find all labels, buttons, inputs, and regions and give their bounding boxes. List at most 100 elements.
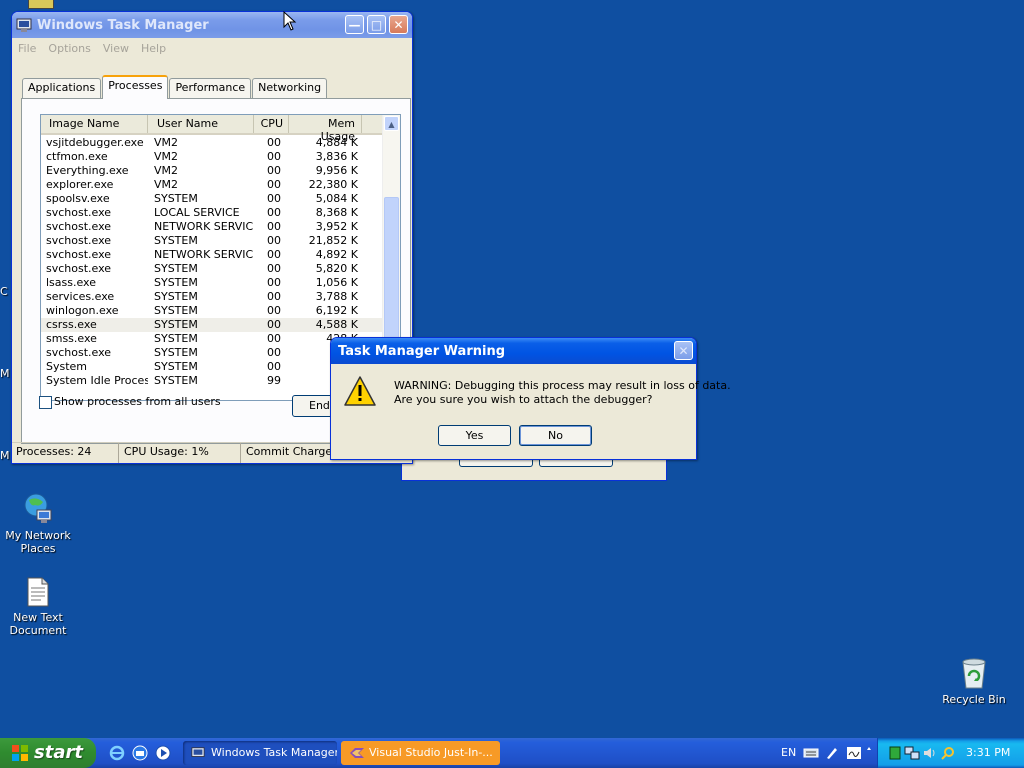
search-icon[interactable] — [941, 746, 955, 760]
menu-view[interactable]: View — [97, 42, 135, 55]
process-image-name: explorer.exe — [46, 178, 114, 191]
process-mem-usage: 3,952 K — [315, 220, 358, 233]
process-user-name: VM2 — [154, 150, 179, 163]
tab-applications[interactable]: Applications — [22, 78, 102, 98]
process-mem-usage: 3,836 K — [315, 150, 358, 163]
table-row[interactable]: ctfmon.exe VM2 00 3,836 K — [41, 150, 400, 164]
process-cpu: 00 — [267, 192, 281, 205]
handwriting-icon[interactable] — [846, 746, 862, 760]
process-cpu: 00 — [267, 164, 281, 177]
table-row[interactable]: vsjitdebugger.exe VM2 00 4,884 K — [41, 136, 400, 150]
process-cpu: 00 — [267, 332, 281, 345]
desktop-icon-new-text-document[interactable]: New Text Document — [0, 576, 76, 637]
internet-explorer-icon[interactable] — [109, 745, 125, 761]
table-row[interactable]: svchost.exe SYSTEM 00 21,852 K — [41, 234, 400, 248]
task-manager-app-icon — [16, 18, 32, 32]
process-cpu: 00 — [267, 150, 281, 163]
maximize-button[interactable]: □ — [367, 15, 386, 34]
process-mem-usage: 4,588 K — [315, 318, 358, 331]
show-all-users-label[interactable]: Show processes from all users — [54, 395, 221, 408]
desktop-icon-network-places[interactable]: My Network Places — [0, 492, 76, 555]
table-row[interactable]: explorer.exe VM2 00 22,380 K — [41, 178, 400, 192]
taskbar-task-task-manager[interactable]: Windows Task Manager — [183, 741, 337, 765]
no-button[interactable]: No — [519, 425, 592, 446]
warning-message-line2: Are you sure you wish to attach the debu… — [394, 393, 653, 406]
process-cpu: 00 — [267, 136, 281, 149]
yes-button[interactable]: Yes — [438, 425, 511, 446]
process-cpu: 00 — [267, 220, 281, 233]
outlook-express-icon[interactable] — [132, 745, 148, 761]
process-image-name: System Idle Process — [46, 374, 148, 387]
tab-networking[interactable]: Networking — [252, 78, 328, 98]
tray-app-icon[interactable] — [889, 746, 901, 760]
table-row[interactable]: csrss.exe SYSTEM 00 4,588 K — [41, 318, 400, 332]
process-user-name: VM2 — [154, 178, 179, 191]
dialog-close-button[interactable]: ✕ — [674, 341, 693, 360]
process-mem-usage: 5,084 K — [315, 192, 358, 205]
process-mem-usage: 4,892 K — [315, 248, 358, 261]
taskbar-task-vs-jit-debugger[interactable]: Visual Studio Just-In-... — [341, 741, 500, 765]
jit-button-partial[interactable] — [459, 459, 533, 467]
task-manager-titlebar[interactable]: Windows Task Manager — □ ✕ — [12, 12, 412, 38]
process-user-name: SYSTEM — [154, 192, 198, 205]
warning-dialog-titlebar[interactable]: Task Manager Warning ✕ — [331, 338, 696, 364]
process-image-name: svchost.exe — [46, 262, 112, 275]
process-image-name: svchost.exe — [46, 248, 112, 261]
process-image-name: Everything.exe — [46, 164, 129, 177]
tab-processes[interactable]: Processes — [102, 75, 169, 99]
table-row[interactable]: svchost.exe SYSTEM 00 5,820 K — [41, 262, 400, 276]
table-row[interactable]: spoolsv.exe SYSTEM 00 5,084 K — [41, 192, 400, 206]
menu-options[interactable]: Options — [42, 42, 96, 55]
table-row[interactable]: Everything.exe VM2 00 9,956 K — [41, 164, 400, 178]
table-row[interactable]: svchost.exe LOCAL SERVICE 00 8,368 K — [41, 206, 400, 220]
network-connection-icon[interactable] — [904, 746, 920, 760]
media-player-icon[interactable] — [155, 745, 171, 761]
close-button[interactable]: ✕ — [389, 15, 408, 34]
keyboard-icon[interactable] — [803, 747, 819, 759]
process-image-name: winlogon.exe — [46, 304, 119, 317]
start-label: start — [34, 742, 83, 763]
desktop-icon-recycle-bin[interactable]: Recycle Bin — [936, 656, 1012, 706]
minimize-button[interactable]: — — [345, 15, 364, 34]
menu-help[interactable]: Help — [135, 42, 172, 55]
table-row[interactable]: svchost.exe NETWORK SERVICE 00 4,892 K — [41, 248, 400, 262]
volume-icon[interactable] — [923, 746, 937, 760]
column-cpu[interactable]: CPU — [254, 115, 289, 133]
process-image-name: svchost.exe — [46, 220, 112, 233]
process-cpu: 00 — [267, 360, 281, 373]
table-row[interactable]: svchost.exe NETWORK SERVICE 00 3,952 K — [41, 220, 400, 234]
network-places-icon — [24, 493, 52, 523]
process-cpu: 00 — [267, 262, 281, 275]
table-row[interactable]: winlogon.exe SYSTEM 00 6,192 K — [41, 304, 400, 318]
process-user-name: SYSTEM — [154, 346, 198, 359]
column-image-name[interactable]: Image Name — [41, 115, 148, 133]
show-all-users-checkbox[interactable] — [39, 396, 52, 409]
column-user-name[interactable]: User Name — [148, 115, 254, 133]
table-row[interactable]: lsass.exe SYSTEM 00 1,056 K — [41, 276, 400, 290]
start-button[interactable]: start — [0, 738, 96, 768]
tab-strip: Applications Processes Performance Netwo… — [22, 75, 328, 99]
desktop-partial-icon[interactable] — [28, 0, 54, 9]
process-mem-usage: 1,056 K — [315, 276, 358, 289]
clock[interactable]: 3:31 PM — [966, 746, 1010, 759]
language-bar-options-icon[interactable] — [866, 746, 872, 760]
tab-performance[interactable]: Performance — [169, 78, 252, 98]
process-user-name: NETWORK SERVICE — [154, 220, 254, 233]
process-mem-usage: 4,884 K — [315, 136, 358, 149]
process-cpu: 00 — [267, 318, 281, 331]
process-cpu: 00 — [267, 178, 281, 191]
process-image-name: lsass.exe — [46, 276, 96, 289]
process-image-name: services.exe — [46, 290, 115, 303]
mouse-cursor — [283, 11, 297, 31]
column-mem-usage[interactable]: Mem Usage — [289, 115, 362, 143]
warning-dialog: Task Manager Warning ✕ WARNING: Debuggin… — [330, 337, 731, 460]
table-row[interactable]: services.exe SYSTEM 00 3,788 K — [41, 290, 400, 304]
menu-file[interactable]: File — [12, 42, 42, 55]
pen-icon[interactable] — [825, 746, 839, 760]
language-indicator[interactable]: EN — [781, 746, 796, 759]
process-image-name: spoolsv.exe — [46, 192, 110, 205]
process-list-header: Image Name User Name CPU Mem Usage — [41, 115, 400, 143]
scroll-up-button[interactable]: ▲ — [384, 116, 399, 131]
jit-button-partial[interactable] — [539, 459, 613, 467]
no-button-label: No — [548, 429, 563, 442]
